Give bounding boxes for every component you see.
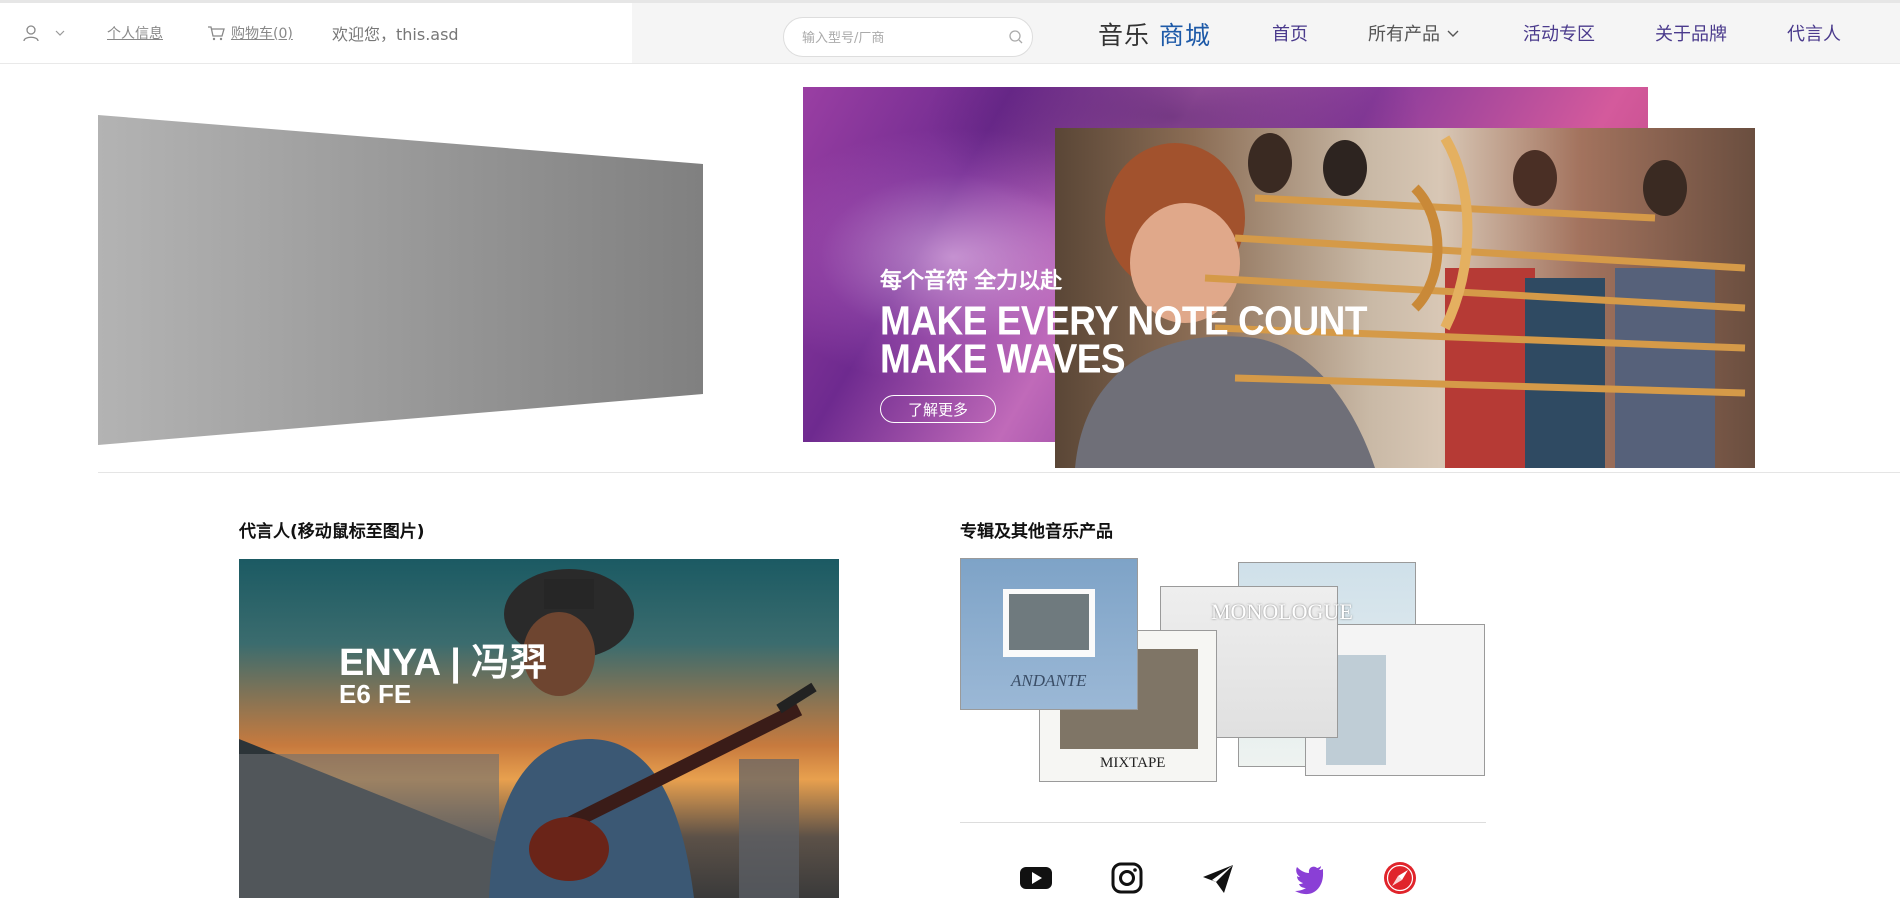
nav-home[interactable]: 首页 — [1272, 20, 1308, 46]
spokesperson-name: ENYA | 冯羿 — [339, 642, 548, 684]
chevron-down-icon — [55, 30, 65, 36]
learn-more-button[interactable]: 了解更多 — [880, 395, 996, 423]
user-menu[interactable] — [22, 3, 66, 63]
spokesperson-image[interactable]: ENYA | 冯羿 E6 FE — [239, 559, 839, 898]
personal-info-label: 个人信息 — [107, 26, 163, 42]
user-icon — [23, 25, 39, 42]
albums-section-title: 专辑及其他音乐产品 — [960, 522, 1113, 542]
album-collage[interactable]: MONOLOGUE MIXTAPE ANDANTE — [960, 558, 1490, 783]
nav-all-products[interactable]: 所有产品 — [1368, 20, 1460, 46]
nav-events[interactable]: 活动专区 — [1523, 20, 1595, 46]
search-input[interactable] — [800, 27, 1004, 49]
search-box[interactable] — [783, 17, 1033, 57]
album-cover: ANDANTE — [960, 558, 1138, 710]
cart-icon — [208, 26, 225, 41]
user-bar — [0, 3, 632, 64]
nav-all-products-label: 所有产品 — [1368, 24, 1440, 45]
spokesperson-illustration — [239, 569, 817, 898]
banner-headline-2: MAKE WAVES — [880, 336, 1126, 382]
banner-subtitle: 每个音符 全力以赴 — [880, 268, 1063, 293]
carousel-slide-placeholder[interactable] — [98, 115, 703, 445]
search-icon[interactable] — [1008, 29, 1024, 45]
instagram-icon[interactable] — [1109, 860, 1145, 896]
telegram-icon[interactable] — [1200, 860, 1236, 896]
album-title: MIXTAPE — [1100, 755, 1166, 771]
cart-label: 购物车(0) — [231, 26, 293, 42]
album-title: MONOLOGUE — [1211, 599, 1353, 624]
section-divider — [98, 472, 1900, 473]
album-title: ANDANTE — [1011, 671, 1087, 690]
brand-logo[interactable]: 音乐 商城 — [1098, 16, 1211, 52]
brand-accent-text: 商城 — [1158, 21, 1211, 50]
twitter-icon[interactable] — [1291, 860, 1327, 896]
spokesperson-section-title: 代言人(移动鼠标至图片) — [239, 522, 425, 542]
cart-link[interactable]: 购物车(0) — [207, 3, 293, 63]
personal-info-link[interactable]: 个人信息 — [107, 3, 163, 63]
nav-about[interactable]: 关于品牌 — [1655, 20, 1727, 46]
safari-icon[interactable] — [1382, 860, 1418, 896]
youtube-icon[interactable] — [1018, 860, 1054, 896]
albums-divider — [960, 822, 1486, 823]
brand-main-text: 音乐 — [1098, 21, 1151, 50]
welcome-text: 欢迎您，this.asd — [332, 25, 459, 44]
spokesperson-model: E6 FE — [339, 679, 412, 709]
nav-spokesperson[interactable]: 代言人 — [1787, 20, 1841, 46]
chevron-down-icon — [1447, 30, 1459, 37]
